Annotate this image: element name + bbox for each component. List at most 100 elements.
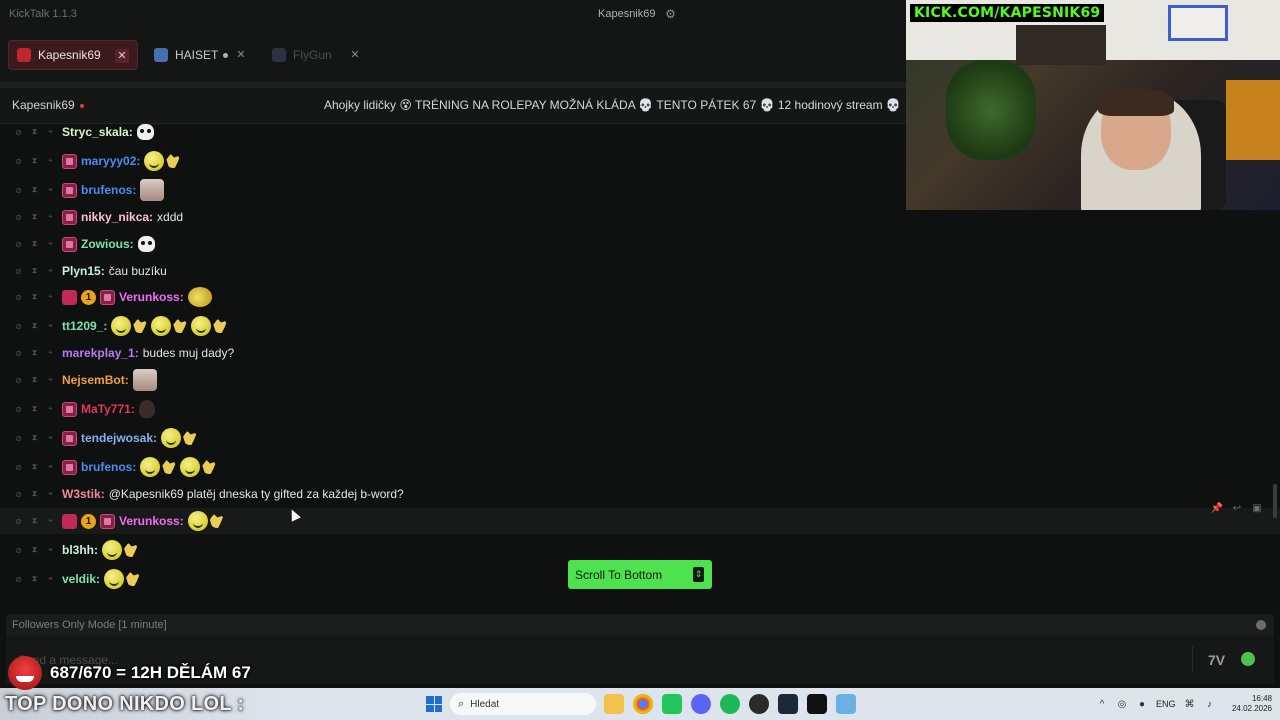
message-username[interactable]: Stryc_skala xyxy=(62,125,129,139)
timeout-icon[interactable]: ⧗ xyxy=(29,489,40,500)
hand-emote-icon[interactable] xyxy=(213,319,228,333)
pin-icon[interactable]: ⌖ xyxy=(45,156,56,167)
chat-scrollbar[interactable] xyxy=(1273,484,1277,518)
pin-icon[interactable]: ⌖ xyxy=(45,127,56,138)
smile-emote-icon[interactable] xyxy=(102,540,122,560)
wifi-icon[interactable]: ⌘ xyxy=(1184,698,1196,710)
obs-icon[interactable] xyxy=(749,694,769,714)
pin-icon[interactable]: ⌖ xyxy=(45,516,56,527)
message-username[interactable]: brufenos xyxy=(81,183,132,197)
reply-icon[interactable]: ↩ xyxy=(1229,500,1245,516)
skull-emote-icon[interactable] xyxy=(137,236,155,252)
close-icon[interactable]: ✕ xyxy=(348,48,362,62)
timeout-icon[interactable]: ⧗ xyxy=(29,127,40,138)
user-menu[interactable]: Kapesnik69 ⚙ xyxy=(590,3,686,25)
message-username[interactable]: W3stik xyxy=(62,487,101,501)
user-menu-username[interactable]: Kapesnik69 xyxy=(598,8,656,20)
message-username[interactable]: MaTy771 xyxy=(81,402,131,416)
chat-message[interactable]: ⊘ ⧗ ⌖ NejsemBot: xyxy=(0,367,1280,393)
close-icon[interactable]: ✕ xyxy=(115,49,129,63)
ban-icon[interactable]: ⊘ xyxy=(13,156,24,167)
windows-start-icon[interactable] xyxy=(426,696,442,712)
message-username[interactable]: nikky_nikca xyxy=(81,210,149,224)
seventv-emote-icon[interactable]: 7V xyxy=(1208,652,1225,668)
chevron-up-icon[interactable]: ^ xyxy=(1096,698,1108,710)
cat-emote-icon[interactable] xyxy=(132,369,157,391)
chat-message[interactable]: ⊘ ⧗ ⌖ Plyn15: čau buzíku xyxy=(0,258,1280,284)
message-username[interactable]: NejsemBot xyxy=(62,373,125,387)
discord-icon[interactable] xyxy=(691,694,711,714)
pin-icon[interactable]: ⌖ xyxy=(45,185,56,196)
tab-flygun[interactable]: FlyGun ✕ xyxy=(264,40,370,70)
ban-icon[interactable]: ⊘ xyxy=(13,545,24,556)
message-username[interactable]: bl3hh xyxy=(62,543,94,557)
pin-icon[interactable]: ⌖ xyxy=(45,212,56,223)
hand-emote-icon[interactable] xyxy=(126,572,141,586)
message-username[interactable]: veldik xyxy=(62,572,96,586)
dark-emote-icon[interactable] xyxy=(138,400,155,418)
pin-icon[interactable]: ⌖ xyxy=(45,462,56,473)
ban-icon[interactable]: ⊘ xyxy=(13,239,24,250)
cat-emote-icon[interactable] xyxy=(140,179,165,201)
timeout-icon[interactable]: ⧗ xyxy=(29,516,40,527)
chat-message[interactable]: ⊘ ⧗ ⌖ tt1209_: xyxy=(0,313,1280,339)
timeout-icon[interactable]: ⧗ xyxy=(29,545,40,556)
ban-icon[interactable]: ⊘ xyxy=(13,375,24,386)
timeout-icon[interactable]: ⧗ xyxy=(29,292,40,303)
close-icon[interactable]: ✕ xyxy=(234,48,248,62)
ban-icon[interactable]: ⊘ xyxy=(13,404,24,415)
hand-emote-icon[interactable] xyxy=(173,319,188,333)
smile-emote-icon[interactable] xyxy=(151,316,172,336)
message-username[interactable]: marekplay_1 xyxy=(62,346,135,360)
timeout-icon[interactable]: ⧗ xyxy=(29,321,40,332)
chat-message[interactable]: ⊘ ⧗ ⌖ marekplay_1: budes muj dady? xyxy=(0,340,1280,366)
pin-icon[interactable]: ⌖ xyxy=(45,321,56,332)
hand-emote-icon[interactable] xyxy=(209,514,224,528)
timeout-icon[interactable]: ⧗ xyxy=(29,375,40,386)
ban-icon[interactable]: ⊘ xyxy=(13,462,24,473)
smile-emote-icon[interactable] xyxy=(180,457,201,477)
chat-message[interactable]: ⊘ ⧗ ⌖ 1 Verunkoss: xyxy=(0,284,1280,310)
pin-icon[interactable]: ⌖ xyxy=(45,404,56,415)
ban-icon[interactable]: ⊘ xyxy=(13,433,24,444)
info-icon[interactable] xyxy=(1256,620,1266,630)
smile-emote-icon[interactable] xyxy=(140,457,161,477)
smile-emote-icon[interactable] xyxy=(111,316,132,336)
message-username[interactable]: Verunkoss xyxy=(119,290,180,304)
tab-haiset[interactable]: HAISET ✕ xyxy=(146,40,256,70)
chat-message[interactable]: ⊘ ⧗ ⌖ Zowious: xyxy=(0,231,1280,257)
skull-emote-icon[interactable] xyxy=(136,124,154,140)
app-tray-icon[interactable]: ● xyxy=(1136,698,1148,710)
pin-icon[interactable]: ⌖ xyxy=(45,545,56,556)
chat-message[interactable]: ⊘ ⧗ ⌖ brufenos: xyxy=(0,454,1280,480)
timeout-icon[interactable]: ⧗ xyxy=(29,574,40,585)
kick-emote-icon[interactable] xyxy=(1241,652,1255,666)
message-username[interactable]: tendejwosak xyxy=(81,431,153,445)
smile-emote-icon[interactable] xyxy=(104,569,125,589)
timeout-icon[interactable]: ⧗ xyxy=(29,433,40,444)
timeout-icon[interactable]: ⧗ xyxy=(29,462,40,473)
chat-message[interactable]: ⊘ ⧗ ⌖ tendejwosak: xyxy=(0,425,1280,451)
taskbar-search[interactable]: ⌕ Hledat xyxy=(450,693,596,715)
language-indicator[interactable]: ENG xyxy=(1156,699,1176,709)
timeout-icon[interactable]: ⧗ xyxy=(29,239,40,250)
timeout-icon[interactable]: ⧗ xyxy=(29,212,40,223)
timeout-icon[interactable]: ⧗ xyxy=(29,348,40,359)
chrome-icon[interactable] xyxy=(633,694,653,714)
message-username[interactable]: Plyn15 xyxy=(62,264,101,278)
timeout-icon[interactable]: ⧗ xyxy=(29,156,40,167)
scroll-to-bottom-button[interactable]: Scroll To Bottom ⇕ xyxy=(568,560,712,589)
kicktalk-icon[interactable] xyxy=(836,694,856,714)
smile-emote-icon[interactable] xyxy=(187,511,208,531)
pin-icon[interactable]: ⌖ xyxy=(45,266,56,277)
pin-icon[interactable]: ⌖ xyxy=(45,574,56,585)
hand-emote-icon[interactable] xyxy=(162,460,177,474)
file-explorer-icon[interactable] xyxy=(604,694,624,714)
ban-icon[interactable]: ⊘ xyxy=(13,321,24,332)
pin-icon[interactable]: ⌖ xyxy=(45,375,56,386)
ban-icon[interactable]: ⊘ xyxy=(13,489,24,500)
ban-icon[interactable]: ⊘ xyxy=(13,212,24,223)
speaker-icon[interactable]: ♪ xyxy=(1204,698,1216,710)
pin-icon[interactable]: ⌖ xyxy=(45,348,56,359)
clock[interactable]: 16:48 24.02.2026 xyxy=(1228,694,1272,714)
